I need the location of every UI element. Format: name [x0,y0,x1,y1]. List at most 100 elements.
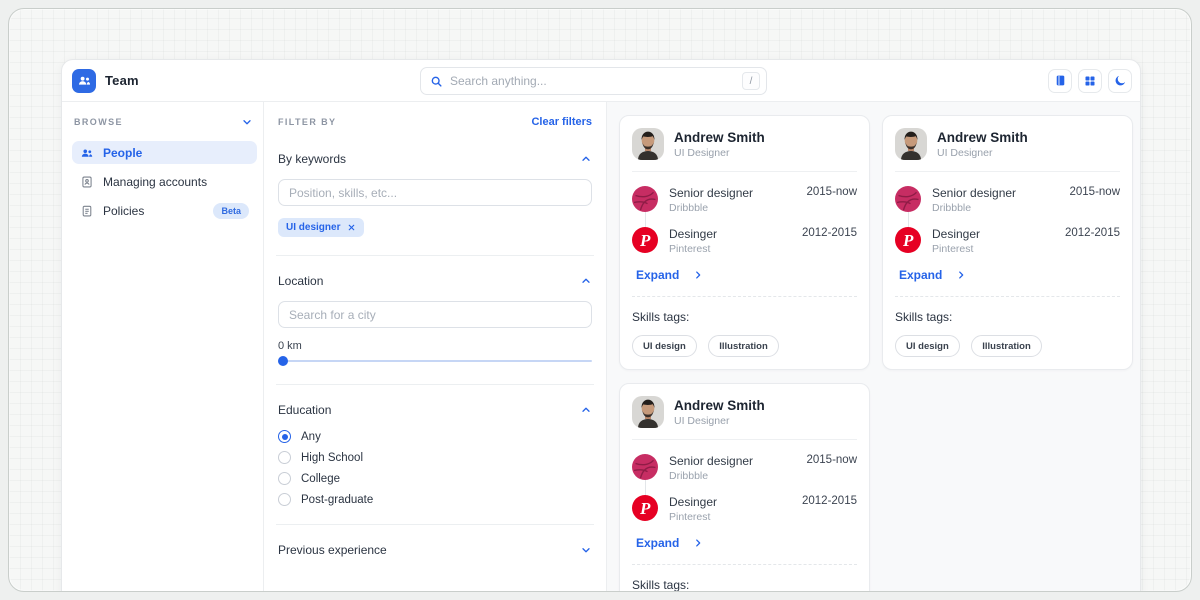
skills-tags: UI design Illustration [632,335,857,357]
experience-title: Desinger [669,227,717,241]
keywords-input[interactable] [278,179,592,206]
people-icon [80,146,94,160]
chevron-down-icon [241,116,253,128]
card-divider [632,439,857,440]
cards-grid: Andrew Smith UI Designer Senior designer… [619,115,1131,592]
experience-period: 2012-2015 [802,495,857,523]
radio-icon [278,472,291,485]
sidebar-item-policies[interactable]: Policies Beta [72,199,257,222]
clear-filters-link[interactable]: Clear filters [531,116,592,128]
sidebar-item-label: Managing accounts [103,175,207,189]
education-option-high-school[interactable]: High School [278,451,592,464]
keyword-tag-ui-designer[interactable]: UI designer [278,218,364,237]
svg-text:P: P [902,231,914,250]
profile-card[interactable]: Andrew Smith UI Designer Senior designer… [619,383,870,592]
apps-button[interactable] [1078,69,1102,93]
skill-tag[interactable]: UI design [895,335,960,357]
city-search-input[interactable] [278,301,592,328]
top-bar: Team / [62,60,1140,102]
experience-entry: Senior designer Dribbble 2015-now [632,186,857,214]
search-input[interactable] [450,74,742,88]
education-option-college[interactable]: College [278,472,592,485]
id-badge-icon [80,175,94,189]
experience-entry: P Desinger Pinterest 2012-2015 [632,495,857,523]
team-people-icon [77,73,92,88]
skill-tag[interactable]: Illustration [971,335,1042,357]
experience-title: Senior designer [669,454,753,468]
skills-tags: UI design Illustration [895,335,1120,357]
chevron-down-icon [580,544,592,556]
avatar [632,396,664,428]
browse-label: BROWSE [74,117,123,127]
education-section-header[interactable]: Education [278,403,592,417]
skill-tag[interactable]: Illustration [708,335,779,357]
education-option-post-graduate[interactable]: Post-graduate [278,493,592,506]
card-divider [895,171,1120,172]
chevron-right-icon [956,270,966,280]
dribbble-icon [895,186,921,212]
dark-mode-toggle[interactable] [1108,69,1132,93]
topbar-actions [1048,69,1132,93]
person-name: Andrew Smith [674,130,765,145]
location-label: Location [278,274,323,288]
experience-period: 2015-now [806,186,857,214]
chevron-right-icon [693,270,703,280]
profile-card[interactable]: Andrew Smith UI Designer Senior designer… [882,115,1133,370]
card-divider [632,564,857,565]
dribbble-icon [632,186,658,212]
sidebar-item-people[interactable]: People [72,141,257,164]
skills-label: Skills tags: [895,310,1120,324]
experience-timeline: Senior designer Dribbble 2015-now P Desi… [632,186,857,255]
skill-tag[interactable]: UI design [632,335,697,357]
expand-button[interactable]: Expand [636,268,857,282]
expand-button[interactable]: Expand [636,536,857,550]
slider-track [278,360,592,362]
filter-panel: FILTER BY Clear filters By keywords UI d… [264,102,607,592]
card-divider [895,296,1120,297]
person-name: Andrew Smith [674,398,765,413]
chevron-up-icon [580,275,592,287]
radio-icon [278,493,291,506]
experience-company: Pinterest [932,243,980,255]
global-search[interactable]: / [420,67,767,95]
radio-icon [278,430,291,443]
svg-text:P: P [639,499,651,518]
person-photo [895,128,927,160]
experience-title: Desinger [932,227,980,241]
distance-value: 0 km [278,340,592,352]
avatar [632,128,664,160]
book-icon [1054,74,1067,87]
experience-title: Desinger [669,495,717,509]
experience-period: 2015-now [806,454,857,482]
library-button[interactable] [1048,69,1072,93]
education-option-any[interactable]: Any [278,430,592,443]
experience-company: Pinterest [669,511,717,523]
section-divider [276,255,594,256]
experience-company: Dribbble [669,470,753,482]
sidebar-item-managing-accounts[interactable]: Managing accounts [72,170,257,193]
section-divider [276,384,594,385]
experience-timeline: Senior designer Dribbble 2015-now P Desi… [895,186,1120,255]
policies-clipboard-icon [80,204,94,218]
profile-card[interactable]: Andrew Smith UI Designer Senior designer… [619,115,870,370]
chevron-right-icon [693,538,703,548]
chevron-up-icon [580,153,592,165]
moon-icon [1114,74,1127,87]
distance-slider[interactable] [278,356,592,366]
slider-thumb[interactable] [278,356,288,366]
expand-button[interactable]: Expand [899,268,1120,282]
close-icon[interactable] [347,223,356,232]
app-window: Team / [61,59,1141,592]
app-logo [72,69,96,93]
tag-label: UI designer [286,222,340,233]
person-photo [632,396,664,428]
previous-experience-section-header[interactable]: Previous experience [278,543,592,557]
experience-company: Dribbble [669,202,753,214]
keywords-section-header[interactable]: By keywords [278,152,592,166]
experience-period: 2012-2015 [1065,227,1120,255]
avatar [895,128,927,160]
sidebar-section-header[interactable]: BROWSE [72,116,257,128]
location-section-header[interactable]: Location [278,274,592,288]
radio-icon [278,451,291,464]
skills-label: Skills tags: [632,578,857,592]
